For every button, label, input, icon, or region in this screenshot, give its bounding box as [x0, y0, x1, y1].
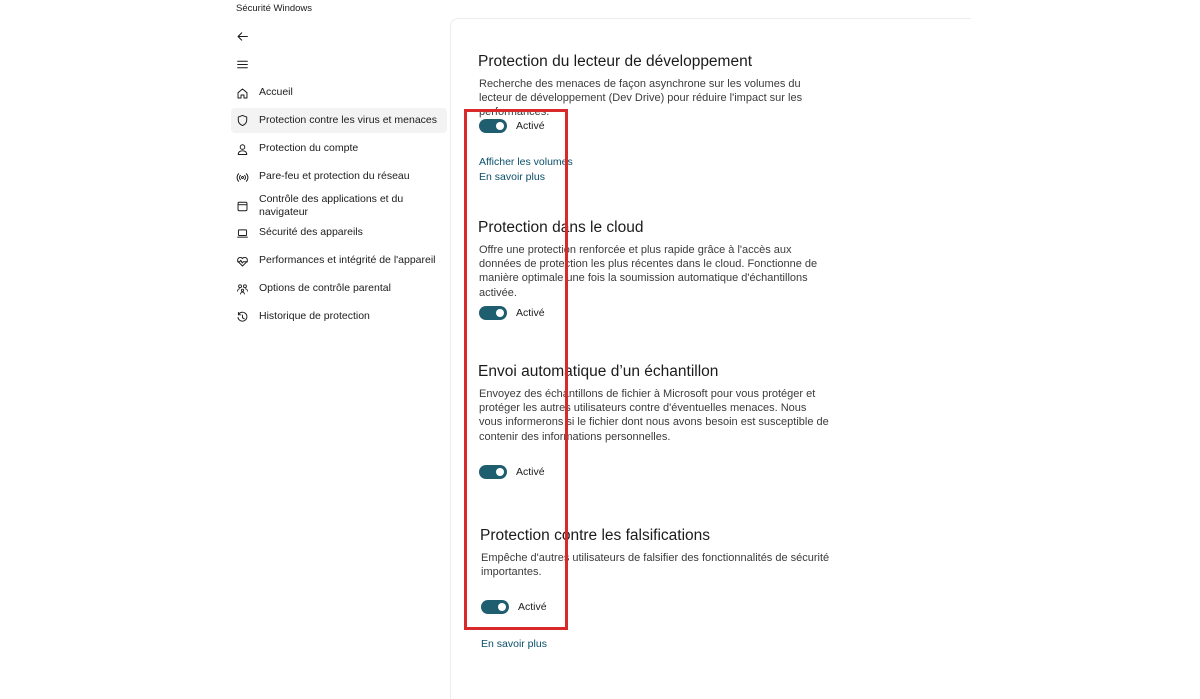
section-title-cloud: Protection dans le cloud: [478, 219, 644, 236]
sidebar-item-label: Performances et intégrité de l'appareil: [259, 254, 436, 267]
sidebar-item-device-security[interactable]: Sécurité des appareils: [231, 224, 447, 242]
browser-window-icon: [235, 199, 250, 214]
sidebar-item-label: Pare-feu et protection du réseau: [259, 170, 410, 183]
shield-icon: [235, 113, 250, 128]
section-desc-sample-submission: Envoyez des échantillons de fichier à Mi…: [479, 388, 829, 443]
toggle-switch[interactable]: [479, 465, 507, 479]
sidebar-item-device-performance[interactable]: Performances et intégrité de l'appareil: [231, 252, 447, 270]
home-icon: [235, 86, 250, 101]
sidebar-item-account-protection[interactable]: Protection du compte: [231, 140, 447, 158]
sidebar-item-label: Historique de protection: [259, 310, 370, 323]
sidebar-item-app-browser-control[interactable]: Contrôle des applications et du navigate…: [231, 191, 447, 221]
sidebar-item-firewall[interactable]: Pare-feu et protection du réseau: [231, 168, 447, 186]
wifi-antenna-icon: [235, 170, 250, 185]
toggle-cloud[interactable]: Activé: [479, 306, 545, 320]
history-icon: [235, 310, 250, 325]
link-learn-more-tamper[interactable]: En savoir plus: [481, 638, 547, 650]
toggle-dev-drive[interactable]: Activé: [479, 119, 545, 133]
sidebar-item-label: Accueil: [259, 86, 293, 99]
toggle-knob: [496, 122, 504, 130]
back-arrow-icon: [237, 31, 248, 41]
sidebar-item-label: Protection du compte: [259, 142, 359, 155]
toggle-tamper-protection[interactable]: Activé: [481, 600, 547, 614]
section-desc-cloud: Offre une protection renforcée et plus r…: [479, 244, 818, 299]
sidebar-item-protection-history[interactable]: Historique de protection: [231, 308, 447, 326]
toggle-switch[interactable]: [479, 306, 507, 320]
toggle-knob: [498, 603, 506, 611]
toggle-label: Activé: [516, 120, 545, 132]
person-icon: [235, 142, 250, 157]
sidebar-item-label: Options de contrôle parental: [259, 282, 391, 295]
sidebar-item-accueil[interactable]: Accueil: [231, 84, 447, 102]
toggle-label: Activé: [518, 601, 547, 613]
app-title: Sécurité Windows: [236, 3, 313, 14]
sidebar-item-label: Sécurité des appareils: [259, 226, 363, 239]
sidebar-item-label: Contrôle des applications et du navigate…: [259, 192, 404, 219]
laptop-icon: [235, 226, 250, 241]
family-icon: [235, 282, 250, 297]
section-title-tamper-protection: Protection contre les falsifications: [480, 527, 711, 544]
toggle-knob: [496, 309, 504, 317]
toggle-switch[interactable]: [479, 119, 507, 133]
sidebar-item-virus-protection[interactable]: Protection contre les virus et menaces: [231, 108, 447, 133]
section-title-dev-drive: Protection du lecteur de développement: [478, 53, 753, 70]
toggle-label: Activé: [516, 466, 545, 478]
hamburger-icon: [236, 60, 248, 68]
section-desc-dev-drive: Recherche des menaces de façon asynchron…: [479, 78, 803, 119]
section-desc-tamper-protection: Empêche d'autres utilisateurs de falsifi…: [481, 552, 830, 579]
toggle-knob: [496, 468, 504, 476]
link-show-volumes[interactable]: Afficher les volumes: [479, 156, 573, 168]
sidebar-item-label: Protection contre les virus et menaces: [259, 113, 437, 126]
heart-pulse-icon: [235, 254, 250, 269]
toggle-switch[interactable]: [481, 600, 509, 614]
section-title-sample-submission: Envoi automatique d’un échantillon: [478, 363, 719, 380]
hamburger-menu-button[interactable]: [234, 56, 250, 72]
sidebar-item-family-options[interactable]: Options de contrôle parental: [231, 280, 447, 298]
toggle-sample-submission[interactable]: Activé: [479, 465, 545, 479]
link-learn-more-dev-drive[interactable]: En savoir plus: [479, 171, 545, 183]
back-button[interactable]: [234, 28, 250, 44]
toggle-label: Activé: [516, 307, 545, 319]
